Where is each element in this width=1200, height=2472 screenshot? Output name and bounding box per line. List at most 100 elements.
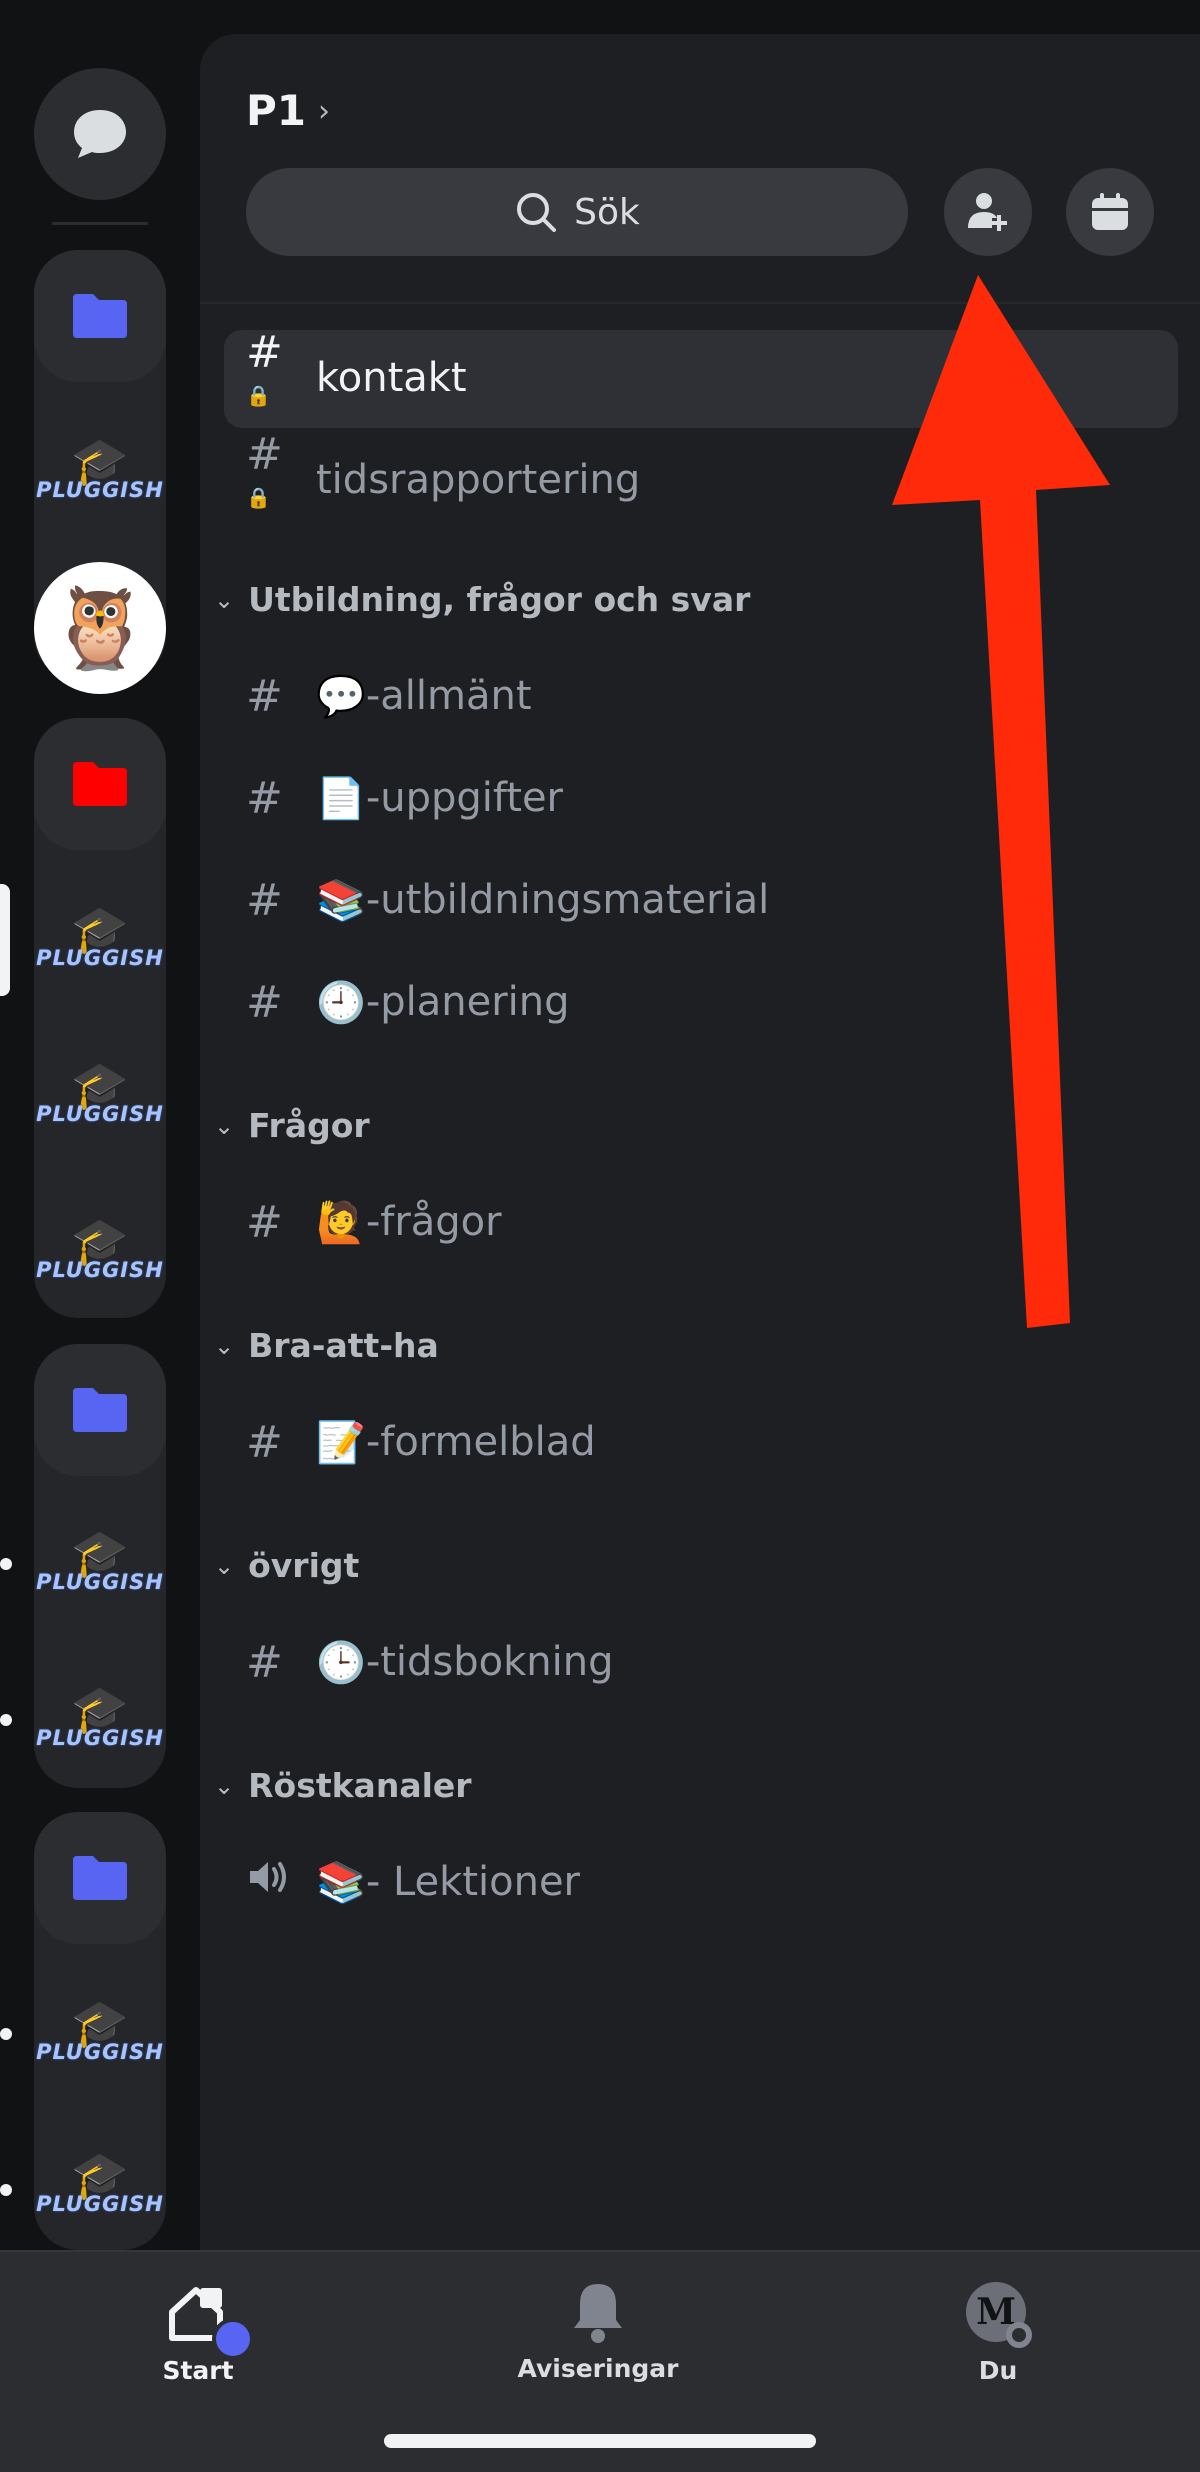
channel-planering[interactable]: # 🕘 -planering — [246, 962, 570, 1042]
server-logo-text: PLUGGISH — [36, 478, 164, 502]
folder-icon — [73, 294, 127, 338]
channel-allmant[interactable]: # 💬 -allmänt — [246, 656, 532, 736]
chevron-right-icon[interactable]: › — [318, 94, 330, 129]
server-logo-text: PLUGGISH — [36, 946, 164, 970]
server-pluggish[interactable]: 🎓 PLUGGISH — [34, 1652, 166, 1784]
hash-icon: # — [246, 772, 283, 824]
server-pluggish[interactable]: 🎓 PLUGGISH — [34, 1966, 166, 2098]
status-offline-icon — [1006, 2322, 1032, 2348]
bell-icon — [574, 2284, 622, 2343]
add-member-icon — [968, 193, 1007, 231]
hash-lock-icon: #🔒 — [246, 429, 283, 510]
hash-icon: # — [246, 874, 283, 926]
tab-start[interactable]: Start — [78, 2280, 318, 2385]
server-logo-text: PLUGGISH — [36, 2040, 164, 2064]
category-utbildning[interactable]: ⌄ Utbildning, frågor och svar — [214, 580, 750, 619]
channel-emoji: 🕒 — [316, 1639, 366, 1686]
category-label: övrigt — [248, 1546, 360, 1585]
folder-icon — [73, 1388, 127, 1432]
chat-bubble-icon — [74, 110, 126, 158]
category-label: Frågor — [248, 1106, 370, 1145]
chevron-down-icon: ⌄ — [214, 585, 235, 614]
server-folder-blue[interactable] — [34, 1344, 166, 1476]
tab-label: Start — [162, 2356, 234, 2385]
category-ovrigt[interactable]: ⌄ övrigt — [214, 1546, 359, 1585]
chevron-down-icon: ⌄ — [214, 1771, 235, 1800]
server-folder-blue[interactable] — [34, 250, 166, 382]
search-icon — [517, 193, 557, 232]
channel-name: -allmänt — [365, 673, 532, 719]
channel-emoji: 📚 — [316, 1859, 366, 1906]
calendar-icon — [1092, 193, 1128, 230]
category-label: Röstkanaler — [248, 1766, 472, 1805]
server-pluggish[interactable]: 🎓 PLUGGISH — [34, 872, 166, 1004]
events-button[interactable] — [1066, 168, 1154, 256]
chevron-down-icon: ⌄ — [214, 1111, 235, 1140]
invite-members-button[interactable] — [944, 168, 1032, 256]
server-title[interactable]: P1 — [246, 86, 306, 135]
category-label: Utbildning, frågor och svar — [248, 580, 751, 619]
search-button[interactable]: Sök — [246, 168, 908, 256]
channel-name: -tidsbokning — [365, 1639, 614, 1685]
hash-icon: # — [246, 1416, 283, 1468]
channel-emoji: 🕘 — [316, 979, 366, 1026]
rail-separator — [52, 222, 148, 225]
voice-channel-lektioner[interactable]: 📚 - Lektioner — [246, 1842, 580, 1922]
header-divider — [200, 302, 1200, 304]
channel-emoji: 📝 — [316, 1419, 366, 1466]
server-logo-text: PLUGGISH — [36, 1258, 164, 1282]
channel-name: -utbildningsmaterial — [365, 877, 770, 923]
server-owl[interactable]: 🦉 — [34, 562, 166, 694]
channel-name: kontakt — [316, 355, 467, 401]
channel-emoji: 💬 — [316, 673, 366, 720]
server-pluggish[interactable]: 🎓 PLUGGISH — [34, 1496, 166, 1628]
channel-name: -uppgifter — [365, 775, 563, 821]
category-bra-att-ha[interactable]: ⌄ Bra-att-ha — [214, 1326, 439, 1365]
category-rostkanaler[interactable]: ⌄ Röstkanaler — [214, 1766, 472, 1805]
search-label: Sök — [574, 191, 640, 233]
chevron-down-icon: ⌄ — [214, 1551, 235, 1580]
server-pluggish[interactable]: 🎓 PLUGGISH — [34, 2118, 166, 2250]
channel-formelblad[interactable]: # 📝 -formelblad — [246, 1402, 596, 1482]
unread-indicator — [0, 1558, 12, 1570]
owl-icon: 🦉 — [50, 581, 150, 674]
server-folder-blue[interactable] — [34, 1812, 166, 1944]
channel-uppgifter[interactable]: # 📄 -uppgifter — [246, 758, 563, 838]
channel-name: -planering — [365, 979, 570, 1025]
channel-tidsrapportering[interactable]: #🔒 tidsrapportering — [246, 429, 641, 520]
channel-name: - Lektioner — [365, 1859, 580, 1905]
channel-fragor[interactable]: # 🙋 -frågor — [246, 1182, 502, 1262]
category-fragor[interactable]: ⌄ Frågor — [214, 1106, 370, 1145]
channel-utbildningsmaterial[interactable]: # 📚 -utbildningsmaterial — [246, 860, 769, 940]
speaker-icon — [246, 1857, 296, 1908]
channel-tidsbokning[interactable]: # 🕒 -tidsbokning — [246, 1622, 614, 1702]
channel-name: -formelblad — [365, 1419, 596, 1465]
unread-indicator — [0, 2184, 12, 2196]
hash-icon: # — [246, 976, 283, 1028]
server-logo-text: PLUGGISH — [36, 2192, 164, 2216]
tab-notifications[interactable]: Aviseringar — [478, 2280, 718, 2383]
channel-name: tidsrapportering — [316, 457, 641, 503]
server-pluggish[interactable]: 🎓 PLUGGISH — [34, 404, 166, 536]
channel-emoji: 📚 — [316, 877, 366, 924]
hash-lock-icon: #🔒 — [246, 327, 283, 408]
server-pluggish[interactable]: 🎓 PLUGGISH — [34, 1184, 166, 1316]
hash-icon: # — [246, 1636, 283, 1688]
home-indicator — [384, 2434, 816, 2448]
channel-emoji: 🙋 — [316, 1199, 366, 1246]
unread-badge — [212, 2318, 254, 2360]
chevron-down-icon: ⌄ — [214, 1331, 235, 1360]
hash-icon: # — [246, 670, 283, 722]
unread-indicator — [0, 2028, 12, 2040]
direct-messages-button[interactable] — [34, 68, 166, 200]
tab-you[interactable]: M Du — [878, 2280, 1118, 2385]
server-logo-text: PLUGGISH — [36, 1726, 164, 1750]
channel-kontakt[interactable]: #🔒 kontakt — [246, 327, 467, 418]
tab-label: Aviseringar — [517, 2354, 679, 2383]
server-folder-red[interactable] — [34, 718, 166, 850]
selected-server-indicator — [0, 884, 10, 996]
unread-indicator — [0, 1714, 12, 1726]
folder-icon — [73, 762, 127, 806]
folder-icon — [73, 1856, 127, 1900]
server-pluggish[interactable]: 🎓 PLUGGISH — [34, 1028, 166, 1160]
